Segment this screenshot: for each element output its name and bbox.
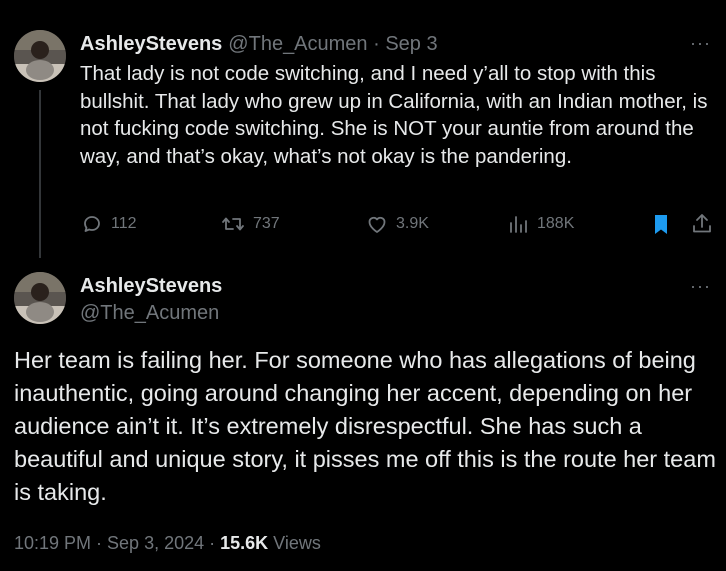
avatar-image	[14, 272, 66, 324]
user-handle[interactable]: @The_Acumen	[228, 33, 367, 56]
reply-button[interactable]: 112	[80, 212, 137, 236]
tweet-header: AshleyStevens @The_Acumen · Sep 3	[80, 33, 438, 56]
views-label: Views	[268, 533, 321, 553]
repost-icon	[222, 217, 244, 231]
avatar[interactable]	[14, 30, 66, 82]
tweet-text: That lady is not code switching, and I n…	[80, 62, 708, 168]
reply-avatar[interactable]	[14, 272, 66, 324]
repost-button[interactable]: 737	[220, 212, 280, 236]
bookmark-icon	[655, 215, 667, 234]
reply-count: 112	[111, 215, 137, 232]
display-name[interactable]: AshleyStevens	[80, 33, 222, 56]
tweet-actions: 112 737 3.9K 188K	[80, 212, 716, 242]
share-icon	[693, 214, 711, 233]
header-separator: ·	[367, 33, 386, 55]
like-icon	[368, 216, 386, 233]
like-count: 3.9K	[396, 215, 429, 232]
reply-icon	[84, 216, 100, 232]
reply-tweet-text: Her team is failing her. For someone who…	[14, 347, 716, 505]
thread-connector-line	[39, 90, 41, 258]
share-button[interactable]	[690, 212, 714, 236]
reply-more-icon[interactable]: ···	[690, 276, 711, 297]
more-icon[interactable]: ···	[690, 33, 711, 54]
bookmark-button[interactable]	[650, 212, 672, 236]
tweet-timestamp[interactable]: 10:19 PM · Sep 3, 2024 ·	[14, 533, 220, 553]
repost-count: 737	[253, 215, 280, 232]
tweet-date[interactable]: Sep 3	[385, 33, 437, 56]
views-button[interactable]: 188K	[508, 212, 574, 236]
reply-user-handle[interactable]: @The_Acumen	[80, 302, 219, 325]
avatar-image	[14, 30, 66, 82]
views-count: 188K	[537, 215, 575, 232]
tweet-meta: 10:19 PM · Sep 3, 2024 · 15.6K Views	[14, 533, 321, 554]
views-total: 15.6K	[220, 533, 269, 553]
views-icon	[510, 216, 527, 233]
like-button[interactable]: 3.9K	[365, 212, 429, 236]
reply-display-name[interactable]: AshleyStevens	[80, 275, 222, 298]
